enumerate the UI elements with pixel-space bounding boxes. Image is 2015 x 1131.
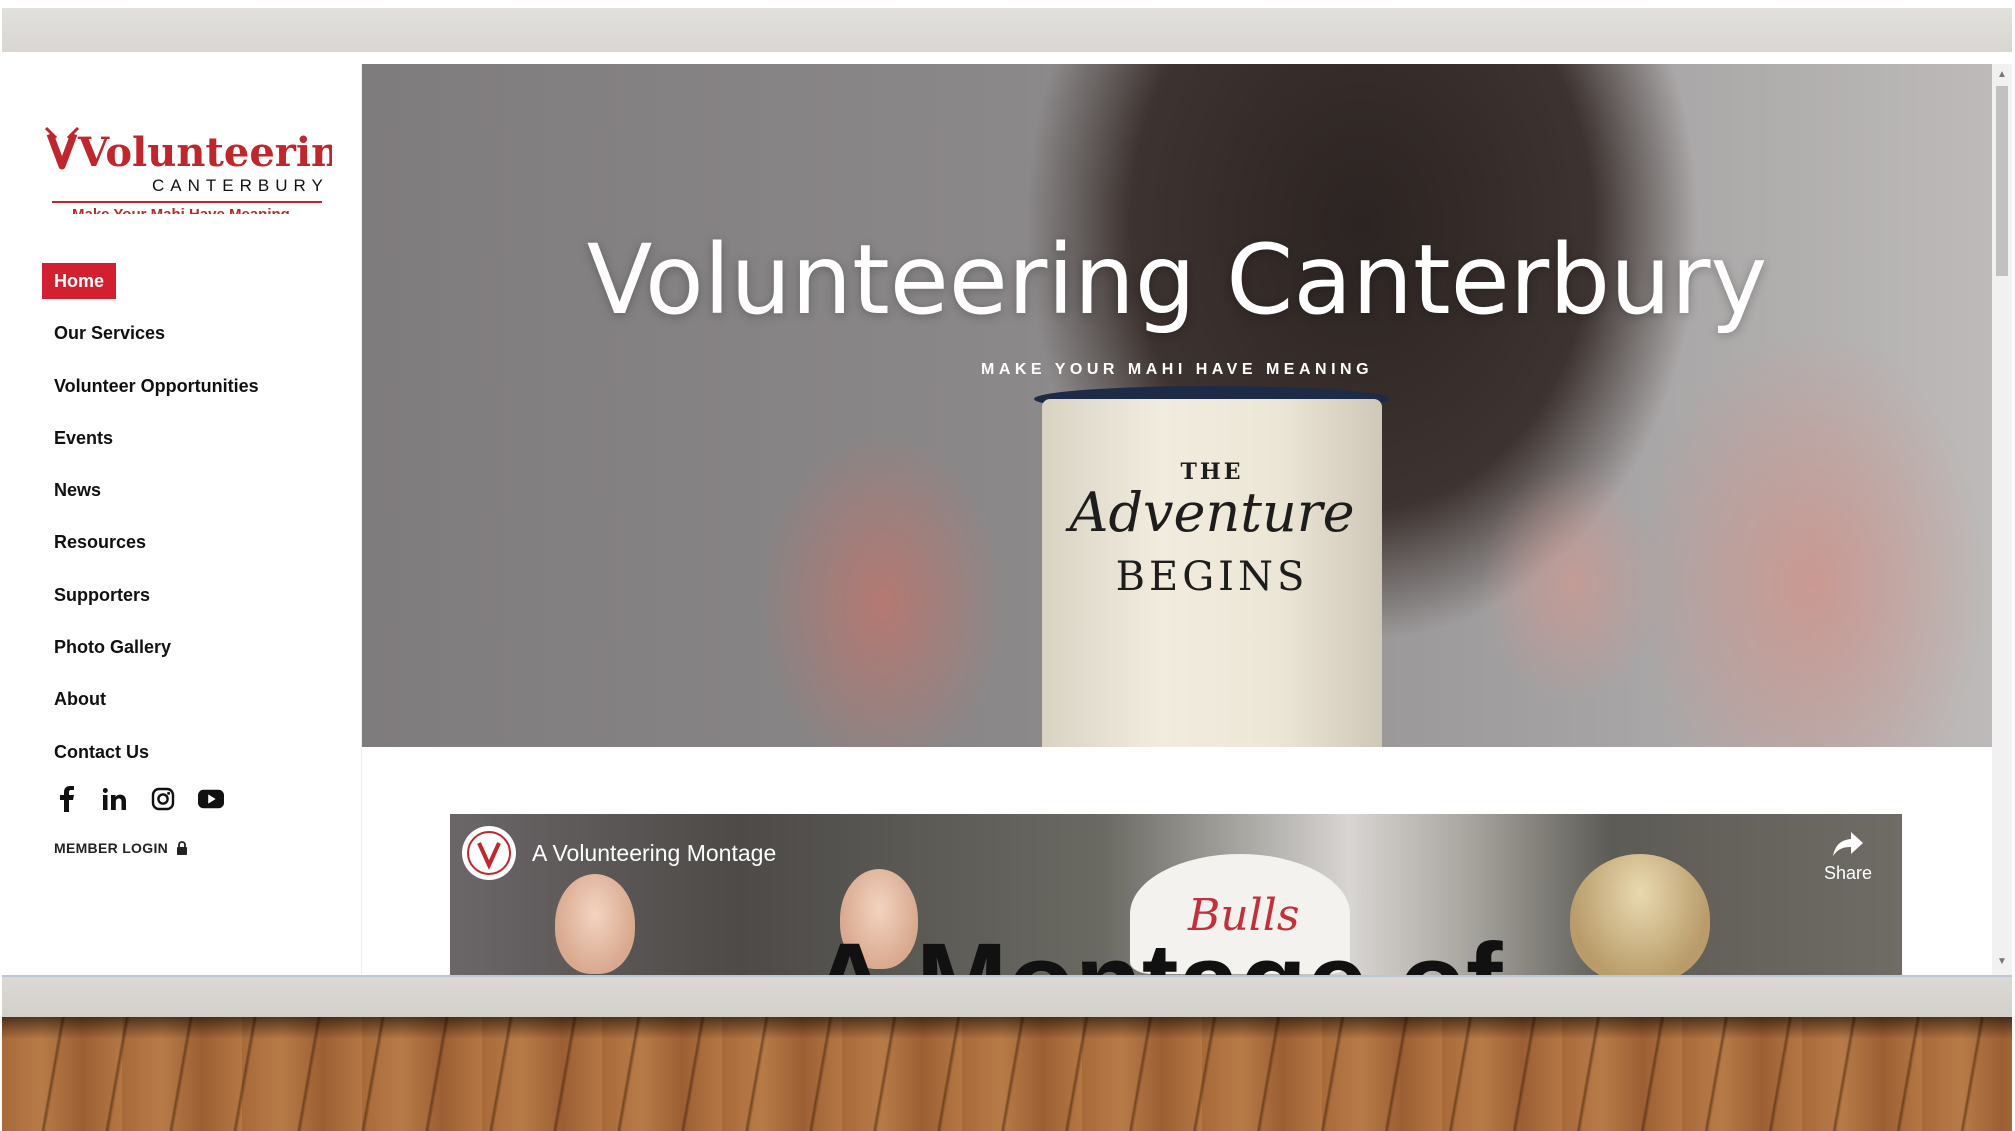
scroll-thumb[interactable] [1996,86,2008,276]
video-share-button[interactable]: Share [1824,832,1872,884]
viewer-bottom-band [2,975,2012,1019]
social-links [54,786,224,812]
floor-shadow [2,1017,2012,1039]
logo-tagline: Make Your Mahi Have Meaning [72,206,290,214]
youtube-icon[interactable] [198,786,224,812]
nav-item-volunteer-opportunities[interactable]: Volunteer Opportunities [42,368,342,404]
nav-item-news[interactable]: News [42,472,342,508]
nav-item-about[interactable]: About [42,681,342,717]
hero-banner: THE Adventure BEGINS Volunteering Canter… [362,64,1992,747]
scroll-up-arrow[interactable]: ▲ [1997,70,2007,80]
main-nav: Home Our Services Volunteer Opportunitie… [42,263,342,786]
nav-item-resources[interactable]: Resources [42,524,342,560]
sidebar: Volunteering CANTERBURY Make Your Mahi H… [2,64,362,975]
nav-item-contact-us[interactable]: Contact Us [42,734,342,770]
page-scrollbar[interactable]: ▲ ▼ [1992,64,2012,975]
hero-tagline: MAKE YOUR MAHI HAVE MEANING [980,361,1374,378]
viewer-top-band [2,8,2012,52]
nav-item-our-services[interactable]: Our Services [42,315,342,351]
nav-item-supporters[interactable]: Supporters [42,577,342,613]
nav-item-photo-gallery[interactable]: Photo Gallery [42,629,342,665]
video-player[interactable]: Bulls A Volunteering Montage Share A Mon… [450,814,1902,975]
logo-region: CANTERBURY [152,176,329,195]
video-share-label: Share [1823,863,1872,883]
lock-icon [177,841,188,855]
scroll-down-arrow[interactable]: ▼ [1997,957,2007,967]
web-page: Volunteering CANTERBURY Make Your Mahi H… [2,64,2012,975]
nav-item-events[interactable]: Events [42,420,342,456]
video-title[interactable]: A Volunteering Montage [532,840,776,867]
video-thumb-face-1 [555,874,635,974]
member-login-link[interactable]: MEMBER LOGIN [54,840,188,856]
member-login-label: MEMBER LOGIN [54,840,169,856]
linkedin-icon[interactable] [102,786,128,812]
site-logo[interactable]: Volunteering CANTERBURY Make Your Mahi H… [42,104,332,214]
video-overlay-text: A Montage of [810,919,1503,975]
video-thumb-face-3 [1570,854,1710,975]
instagram-icon[interactable] [150,786,176,812]
top-strip [0,0,2015,8]
mug-print: THE Adventure BEGINS [1062,459,1362,600]
facebook-icon[interactable] [54,786,80,812]
logo-graphic: Volunteering CANTERBURY Make Your Mahi H… [44,126,332,214]
nav-item-home[interactable]: Home [42,263,117,299]
mug-line-3: BEGINS [1115,554,1309,600]
share-icon [1832,832,1863,856]
channel-avatar[interactable] [462,826,516,880]
hero-title: Volunteering Canterbury [586,224,1768,336]
logo-brand: Volunteering [77,129,332,176]
mug-line-2: Adventure [1069,481,1355,544]
